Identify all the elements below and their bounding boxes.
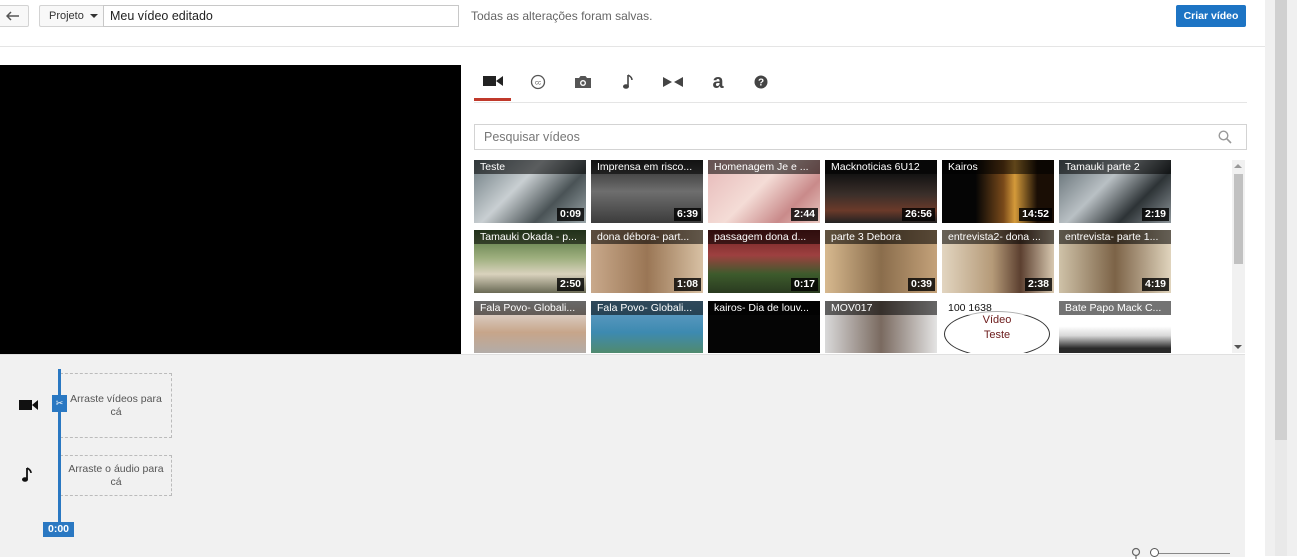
video-thumbnail[interactable]: Kairos 14:52: [942, 160, 1054, 223]
svg-text:cc: cc: [535, 81, 541, 87]
current-time: 0:00: [43, 522, 74, 537]
scroll-down-icon[interactable]: [1234, 345, 1242, 349]
project-label: Projeto: [49, 10, 84, 22]
media-tabs: cc a ?: [474, 64, 1247, 103]
video-title: dona débora- part...: [591, 230, 703, 244]
page-scrollbar[interactable]: [1265, 0, 1297, 556]
video-camera-icon: [482, 76, 503, 86]
video-duration: 2:19: [1141, 208, 1169, 221]
video-title: Tamauki Okada - p...: [474, 230, 586, 244]
tab-videos[interactable]: [474, 64, 511, 101]
music-note-icon: [622, 74, 633, 89]
music-note-icon: [22, 467, 32, 482]
video-thumbnail[interactable]: entrevista- parte 1... 4:19: [1059, 230, 1171, 293]
video-thumbnail[interactable]: Homenagem Je e ... 2:44: [708, 160, 820, 223]
cc-icon: cc: [530, 74, 545, 90]
video-thumbnail[interactable]: Teste 0:09: [474, 160, 586, 223]
scrollbar-thumb[interactable]: [1275, 0, 1287, 440]
video-title: passagem dona d...: [708, 230, 820, 244]
video-title: kairos- Dia de louv...: [708, 301, 820, 315]
video-thumbnail[interactable]: Tamauki parte 2 2:19: [1059, 160, 1171, 223]
video-track-icon: [19, 400, 38, 410]
video-duration: 2:44: [790, 208, 818, 221]
tab-captions[interactable]: cc: [519, 64, 556, 100]
video-duration: 0:09: [556, 208, 584, 221]
tab-audio[interactable]: [609, 64, 646, 100]
video-search: [474, 124, 1247, 150]
scroll-thumb[interactable]: [1234, 174, 1243, 264]
video-thumbnail[interactable]: Macknoticias 6U12 26:56: [825, 160, 937, 223]
project-title-input[interactable]: [103, 5, 459, 27]
caret-down-icon: [89, 14, 98, 18]
video-duration: 1:08: [673, 278, 701, 291]
svg-text:?: ?: [757, 78, 763, 89]
video-title: Tamauki parte 2: [1059, 160, 1171, 174]
save-status: Todas as alterações foram salvas.: [471, 9, 653, 23]
video-title: Kairos: [942, 160, 1054, 174]
video-duration: 0:39: [907, 278, 935, 291]
video-title: entrevista- parte 1...: [1059, 230, 1171, 244]
video-title: Fala Povo- Globali...: [591, 301, 703, 315]
help-icon: ?: [754, 75, 767, 89]
video-drop-zone[interactable]: Arraste vídeos para cá: [60, 373, 172, 438]
audio-drop-zone[interactable]: Arraste o áudio para cá: [60, 455, 172, 496]
video-thumbnail[interactable]: parte 3 Debora 0:39: [825, 230, 937, 293]
scroll-up-icon[interactable]: [1234, 164, 1242, 168]
search-input[interactable]: [475, 125, 1223, 149]
video-thumbnail[interactable]: Vídeo Teste 100 1638: [942, 301, 1054, 353]
video-duration: 6:39: [673, 208, 701, 221]
search-icon[interactable]: [1218, 130, 1232, 144]
top-bar: Projeto Todas as alterações foram salvas…: [0, 0, 1265, 47]
project-menu-button[interactable]: Projeto: [39, 5, 104, 27]
video-title: parte 3 Debora: [825, 230, 937, 244]
video-library-grid: Teste 0:09 Imprensa em risco... 6:39 Hom…: [474, 160, 1230, 353]
video-thumbnail[interactable]: kairos- Dia de louv...: [708, 301, 820, 353]
back-button[interactable]: [0, 5, 29, 27]
tab-transitions[interactable]: [654, 64, 691, 100]
tab-photos[interactable]: [564, 64, 601, 100]
video-thumbnail[interactable]: Imprensa em risco... 6:39: [591, 160, 703, 223]
video-overlay-text: Vídeo Teste: [982, 314, 1012, 341]
video-duration: 14:52: [1019, 208, 1052, 221]
back-arrow-icon: [5, 11, 19, 21]
tab-help[interactable]: ?: [742, 64, 779, 100]
zoom-slider-track[interactable]: [1158, 553, 1230, 554]
timeline: Arraste vídeos para cá Arraste o áudio p…: [0, 354, 1245, 559]
zoom-icon: [1131, 547, 1141, 559]
video-thumbnail[interactable]: Fala Povo- Globali...: [591, 301, 703, 353]
video-preview[interactable]: [0, 65, 461, 354]
video-title: Macknoticias 6U12: [825, 160, 937, 174]
video-title: Imprensa em risco...: [591, 160, 703, 174]
video-title: Teste: [474, 160, 586, 174]
video-title: Bate Papo Mack C...: [1059, 301, 1171, 315]
video-title: Fala Povo- Globali...: [474, 301, 586, 315]
svg-text:a: a: [712, 73, 724, 91]
transitions-icon: [662, 77, 683, 87]
video-duration: 2:50: [556, 278, 584, 291]
video-duration: 4:19: [1141, 278, 1169, 291]
video-thumbnail[interactable]: passagem dona d... 0:17: [708, 230, 820, 293]
video-title: MOV017: [825, 301, 937, 315]
video-thumbnail[interactable]: MOV017: [825, 301, 937, 353]
video-thumbnail[interactable]: Bate Papo Mack C...: [1059, 301, 1171, 353]
camera-icon: [574, 76, 591, 88]
video-thumbnail[interactable]: Tamauki Okada - p... 2:50: [474, 230, 586, 293]
video-title: entrevista2- dona ...: [942, 230, 1054, 244]
audio-drop-label: Arraste o áudio para cá: [68, 462, 164, 488]
video-thumbnail[interactable]: dona débora- part... 1:08: [591, 230, 703, 293]
video-thumbnail[interactable]: Fala Povo- Globali...: [474, 301, 586, 353]
library-scrollbar[interactable]: [1232, 160, 1245, 353]
video-title: Homenagem Je e ...: [708, 160, 820, 174]
create-video-button[interactable]: Criar vídeo: [1176, 5, 1246, 27]
video-title: 100 1638: [942, 301, 1054, 315]
playhead[interactable]: [58, 369, 61, 527]
video-drop-label: Arraste vídeos para cá: [70, 392, 162, 418]
video-duration: 2:38: [1024, 278, 1052, 291]
split-handle[interactable]: ✂: [52, 395, 67, 412]
video-duration: 0:17: [790, 278, 818, 291]
tab-text[interactable]: a: [699, 64, 736, 100]
video-thumbnail[interactable]: entrevista2- dona ... 2:38: [942, 230, 1054, 293]
video-duration: 26:56: [902, 208, 935, 221]
text-a-icon: a: [712, 73, 724, 91]
